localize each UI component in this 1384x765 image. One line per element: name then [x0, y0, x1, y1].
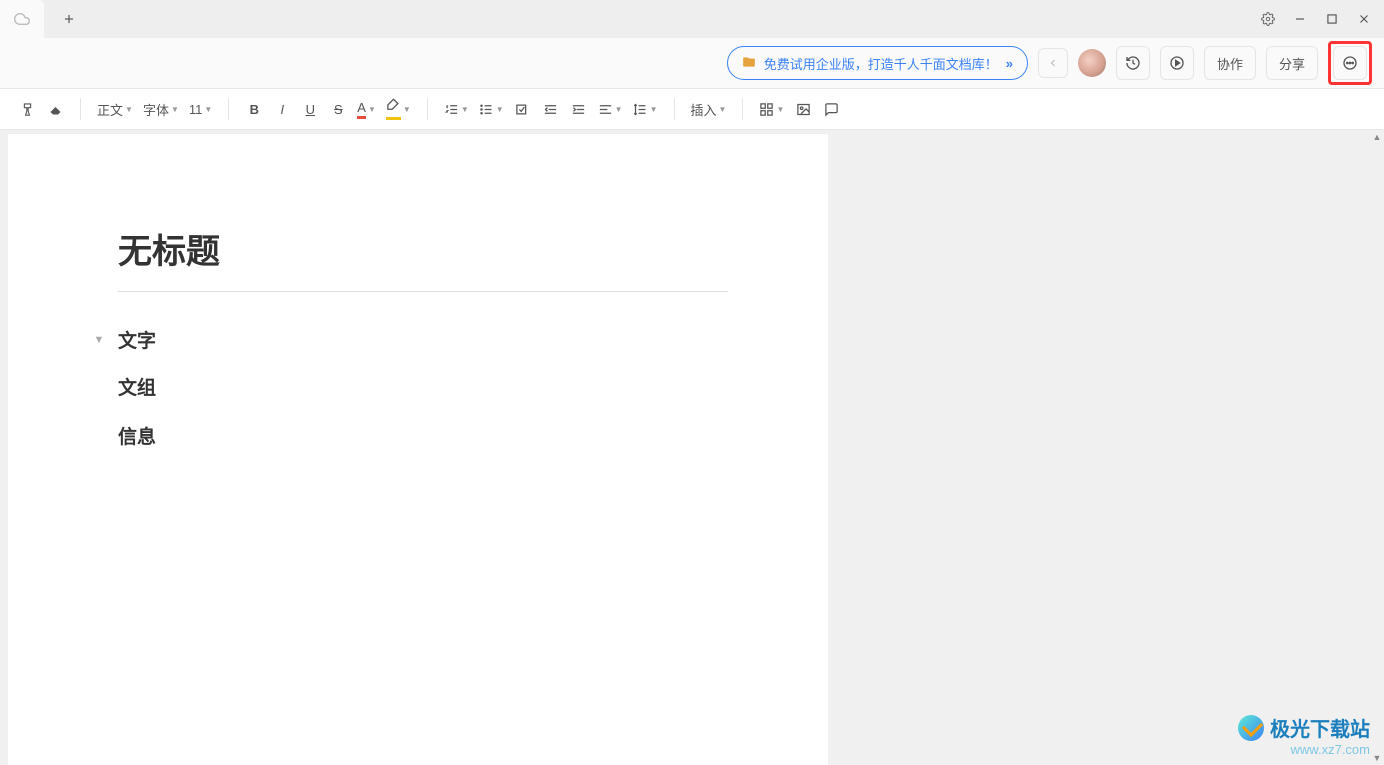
- table-button[interactable]: ▼: [755, 95, 788, 123]
- highlight-color-button[interactable]: ▼: [382, 95, 415, 123]
- unordered-list-button[interactable]: ▼: [475, 95, 508, 123]
- more-button[interactable]: [1333, 46, 1367, 80]
- nav-back-button[interactable]: [1038, 48, 1068, 78]
- italic-button[interactable]: I: [269, 95, 295, 123]
- watermark-title: 极光下载站: [1270, 713, 1370, 742]
- plus-icon: [62, 12, 76, 26]
- side-panel: ▲ ▼: [828, 130, 1384, 765]
- chevron-left-icon: [1047, 57, 1059, 69]
- indent-increase-button[interactable]: [566, 95, 592, 123]
- gear-icon: [1261, 12, 1275, 26]
- close-button[interactable]: [1350, 5, 1378, 33]
- grid-icon: [759, 102, 774, 117]
- eraser-icon: [48, 102, 63, 117]
- paragraph-style-select[interactable]: 正文▼: [93, 95, 137, 123]
- ordered-list-button[interactable]: ▼: [440, 95, 473, 123]
- promo-text: 免费试用企业版，打造千人千面文档库！: [764, 54, 998, 73]
- line-height-icon: [633, 102, 648, 117]
- cloud-icon: [14, 11, 30, 27]
- share-button[interactable]: 分享: [1266, 46, 1318, 80]
- history-button[interactable]: [1116, 46, 1150, 80]
- more-horizontal-icon: [1342, 55, 1358, 71]
- strikethrough-button[interactable]: S: [325, 95, 351, 123]
- document-page[interactable]: 无标题 ▼ 文字 文组 信息: [8, 134, 828, 765]
- format-painter-icon: [20, 102, 35, 117]
- block-text: 文字: [118, 326, 156, 353]
- active-tab[interactable]: [0, 0, 44, 38]
- checklist-button[interactable]: [510, 95, 536, 123]
- play-button[interactable]: [1160, 46, 1194, 80]
- collaborate-button[interactable]: 协作: [1204, 46, 1256, 80]
- underline-button[interactable]: U: [297, 95, 323, 123]
- window-controls: [1254, 0, 1378, 38]
- align-left-icon: [598, 102, 613, 117]
- ordered-list-icon: [444, 102, 459, 117]
- scroll-down-icon[interactable]: ▼: [1370, 751, 1384, 765]
- folder-icon: [742, 55, 756, 72]
- watermark-url: www.xz7.com: [1238, 742, 1370, 757]
- highlighter-icon: [386, 98, 401, 120]
- watermark: 极光下载站 www.xz7.com: [1238, 713, 1370, 757]
- minimize-button[interactable]: [1286, 5, 1314, 33]
- more-button-highlight: [1328, 41, 1372, 85]
- minimize-icon: [1293, 12, 1307, 26]
- scroll-up-icon[interactable]: ▲: [1370, 130, 1384, 144]
- play-circle-icon: [1169, 55, 1185, 71]
- insert-menu[interactable]: 插入▼: [687, 95, 731, 123]
- comment-icon: [824, 102, 839, 117]
- format-painter-button[interactable]: [14, 95, 40, 123]
- font-family-select[interactable]: 字体▼: [139, 95, 183, 123]
- chevron-double-right-icon: »: [1006, 56, 1013, 71]
- bold-button[interactable]: B: [241, 95, 267, 123]
- clear-format-button[interactable]: [42, 95, 68, 123]
- close-icon: [1357, 12, 1371, 26]
- image-icon: [796, 102, 811, 117]
- collapse-caret-icon[interactable]: ▼: [90, 334, 108, 346]
- header-bar: 免费试用企业版，打造千人千面文档库！ » 协作 分享: [0, 38, 1384, 88]
- promo-banner[interactable]: 免费试用企业版，打造千人千面文档库！ »: [727, 46, 1028, 80]
- user-avatar[interactable]: [1078, 49, 1106, 77]
- title-bar: [0, 0, 1384, 38]
- image-button[interactable]: [790, 95, 816, 123]
- font-size-select[interactable]: 11▼: [185, 95, 216, 123]
- line-height-button[interactable]: ▼: [629, 95, 662, 123]
- maximize-button[interactable]: [1318, 5, 1346, 33]
- vertical-scrollbar[interactable]: ▲ ▼: [1370, 130, 1384, 765]
- maximize-icon: [1325, 12, 1339, 26]
- align-button[interactable]: ▼: [594, 95, 627, 123]
- history-icon: [1125, 55, 1141, 71]
- new-tab-button[interactable]: [54, 4, 84, 34]
- outdent-icon: [543, 102, 558, 117]
- content-block[interactable]: ▼ 文字: [90, 326, 718, 353]
- document-title[interactable]: 无标题: [118, 224, 728, 292]
- content-area: 无标题 ▼ 文字 文组 信息 ▲ ▼: [0, 130, 1384, 765]
- indent-decrease-button[interactable]: [538, 95, 564, 123]
- content-block[interactable]: 信息: [118, 422, 718, 449]
- content-block[interactable]: 文组: [118, 373, 718, 400]
- unordered-list-icon: [479, 102, 494, 117]
- watermark-logo-icon: [1238, 715, 1264, 741]
- comment-button[interactable]: [818, 95, 844, 123]
- editor-toolbar: 正文▼ 字体▼ 11▼ B I U S A▼ ▼ ▼ ▼: [0, 88, 1384, 130]
- checklist-icon: [515, 102, 530, 117]
- indent-icon: [571, 102, 586, 117]
- settings-button[interactable]: [1254, 5, 1282, 33]
- font-color-button[interactable]: A▼: [353, 95, 380, 123]
